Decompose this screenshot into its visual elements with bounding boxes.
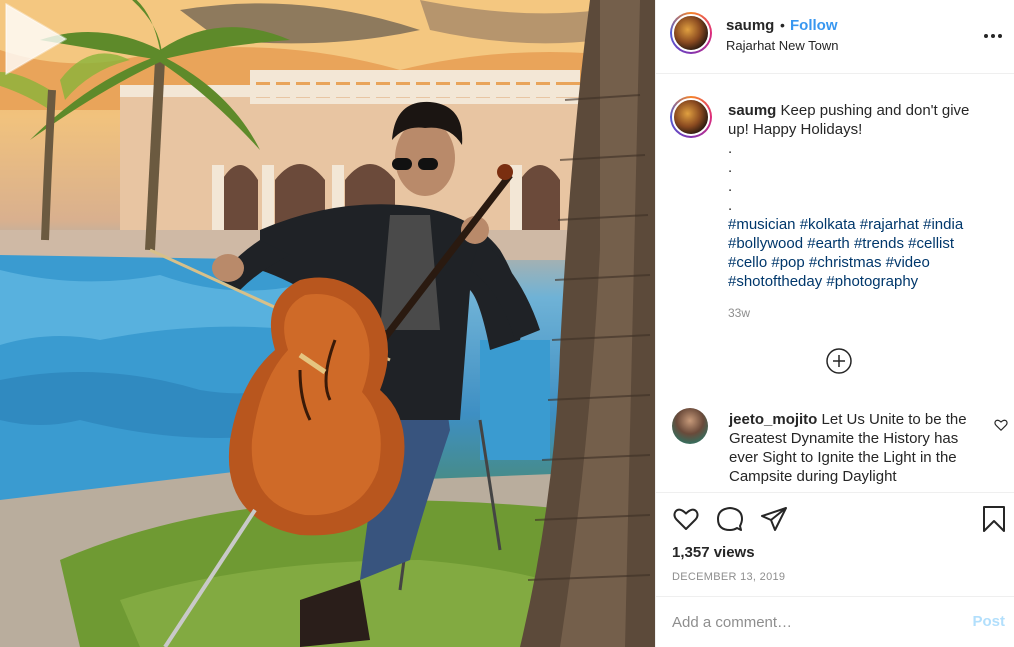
hashtag-link[interactable]: #video	[886, 254, 930, 271]
hashtag-link[interactable]: #india	[923, 216, 963, 233]
commenter-avatar[interactable]	[672, 408, 708, 444]
post-sidebar: saumg • Follow Rajarhat New Town saumg K…	[655, 0, 1014, 647]
comment-like-heart-icon[interactable]	[994, 418, 1008, 432]
hashtag-link[interactable]: #kolkata	[800, 216, 856, 233]
caption-author-avatar[interactable]	[670, 96, 712, 138]
bookmark-icon[interactable]	[980, 505, 1008, 533]
comment-composer: Post	[656, 596, 1014, 647]
hashtag-list: #musician #kolkata #rajarhat #india #bol…	[728, 215, 990, 291]
plus-circle-icon[interactable]	[825, 347, 853, 375]
author-username[interactable]: saumg	[726, 17, 774, 34]
post-media-video[interactable]	[0, 0, 655, 647]
post-header: saumg • Follow Rajarhat New Town	[656, 0, 1014, 74]
post-comment-button[interactable]: Post	[972, 613, 1005, 630]
more-options-icon[interactable]	[981, 26, 1005, 46]
caption-dot: .	[728, 178, 733, 195]
comment-body: jeeto_mojito Let Us Unite to be the Grea…	[729, 410, 974, 486]
play-icon[interactable]	[0, 0, 70, 78]
hashtag-link[interactable]: #pop	[771, 254, 804, 271]
hashtag-link[interactable]: #christmas	[809, 254, 882, 271]
caption-dot: .	[728, 197, 733, 214]
caption-age[interactable]: 33w	[728, 306, 750, 320]
comments-area: saumg Keep pushing and don't give up! Ha…	[656, 74, 1014, 494]
caption-username[interactable]: saumg	[728, 102, 776, 119]
separator-dot: •	[780, 17, 785, 33]
author-avatar[interactable]	[670, 12, 712, 54]
view-count[interactable]: 1,357 views	[672, 544, 755, 561]
follow-button[interactable]: Follow	[790, 17, 838, 34]
comment-bubble-icon[interactable]	[716, 505, 744, 533]
post-location[interactable]: Rajarhat New Town	[726, 38, 838, 53]
hashtag-link[interactable]: #musician	[728, 216, 796, 233]
post-caption: saumg Keep pushing and don't give up! Ha…	[728, 101, 990, 291]
hashtag-link[interactable]: #shotoftheday	[728, 273, 822, 290]
caption-dot: .	[728, 140, 733, 157]
video-frame	[0, 0, 655, 647]
caption-dot: .	[728, 159, 733, 176]
hashtag-link[interactable]: #bollywood	[728, 235, 803, 252]
hashtag-link[interactable]: #earth	[807, 235, 850, 252]
hashtag-link[interactable]: #photography	[826, 273, 918, 290]
hashtag-link[interactable]: #cello	[728, 254, 767, 271]
post-date[interactable]: DECEMBER 13, 2019	[672, 571, 785, 583]
commenter-username[interactable]: jeeto_mojito	[729, 411, 817, 428]
post-actions: 1,357 views DECEMBER 13, 2019	[656, 492, 1014, 596]
hashtag-link[interactable]: #trends	[854, 235, 904, 252]
hashtag-link[interactable]: #rajarhat	[860, 216, 919, 233]
comment-input[interactable]	[672, 611, 952, 633]
heart-icon[interactable]	[672, 505, 700, 533]
hashtag-link[interactable]: #cellist	[908, 235, 954, 252]
paper-plane-icon[interactable]	[760, 505, 788, 533]
